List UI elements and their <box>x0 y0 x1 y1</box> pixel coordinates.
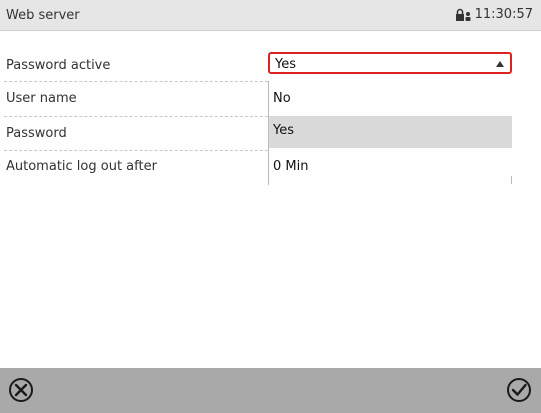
dropdown-option-no[interactable]: No <box>268 84 512 116</box>
row-divider <box>4 150 268 151</box>
field-edge-mark <box>511 176 512 184</box>
dropdown-selected-value: Yes <box>275 57 296 72</box>
user-name-label: User name <box>6 91 77 106</box>
status-area: 11:30:57 <box>455 7 533 22</box>
page-title: Web server <box>6 8 80 23</box>
dropdown-list-border <box>268 81 269 185</box>
password-active-dropdown[interactable]: Yes <box>268 52 512 74</box>
footer-bar <box>0 368 541 413</box>
dropdown-arrow-icon <box>496 61 504 67</box>
clock-time: 11:30:57 <box>474 7 533 22</box>
checkmark-circle-icon[interactable] <box>505 376 533 404</box>
auto-logout-value[interactable]: 0 Min <box>268 152 512 182</box>
title-bar: Web server 11:30:57 <box>0 0 541 31</box>
dropdown-option-yes[interactable]: Yes <box>268 116 512 148</box>
password-label: Password <box>6 126 67 141</box>
row-divider <box>4 81 268 82</box>
row-divider <box>4 116 268 117</box>
password-active-label: Password active <box>6 58 111 73</box>
lock-user-icon <box>455 8 471 21</box>
auto-logout-label: Automatic log out after <box>6 159 157 174</box>
close-circle-icon[interactable] <box>7 376 35 404</box>
